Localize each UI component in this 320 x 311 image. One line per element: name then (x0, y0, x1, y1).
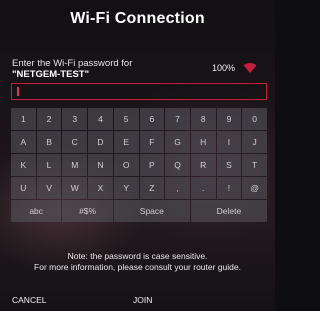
signal-strength: 100% (211, 63, 235, 73)
key-3-4[interactable]: N (88, 154, 113, 176)
key-1-7[interactable]: 7 (165, 108, 190, 130)
key-2-6[interactable]: F (139, 131, 165, 153)
key-1-5[interactable]: 5 (113, 108, 139, 130)
password-prompt: Enter the Wi-Fi password for "NETGEM-TES… (12, 58, 132, 80)
wifi-signal-icon (243, 63, 257, 73)
key-3-10[interactable]: T (242, 154, 267, 176)
key-4-3[interactable]: W (62, 177, 88, 199)
cancel-button[interactable]: CANCEL (12, 295, 46, 305)
network-ssid: "NETGEM-TEST" (12, 69, 90, 80)
key-1-1[interactable]: 1 (11, 108, 36, 130)
key-1-9[interactable]: 9 (216, 108, 242, 130)
key-4-7[interactable]: , (165, 177, 190, 199)
key-2-4[interactable]: D (88, 131, 113, 153)
on-screen-keyboard: 1 2 3 4 5 6 7 8 9 0 A B C D E F G H I J K L M N O P Q R S T U V W X Y Z,.! @… (11, 108, 267, 222)
dialog-title: Wi-Fi Connection (70, 10, 205, 27)
prompt-text: Enter the Wi-Fi password for (12, 58, 133, 69)
key-1-2[interactable]: 2 (36, 108, 62, 130)
key-4-9[interactable]: ! (216, 177, 242, 199)
key-4-8[interactable]: . (190, 177, 216, 199)
key-1-8[interactable]: 8 (190, 108, 216, 130)
key-1-10[interactable]: 0 (242, 108, 267, 130)
key-2-2[interactable]: B (36, 131, 62, 153)
case-sensitivity-note: Note: the password is case sensitive. Fo… (0, 251, 275, 273)
key-4-2[interactable]: V (36, 177, 62, 199)
key-1-6[interactable]: 6 (139, 108, 165, 130)
key-4-4[interactable]: X (88, 177, 113, 199)
key-2-10[interactable]: J (242, 131, 267, 153)
text-cursor (17, 87, 19, 96)
key-4-1[interactable]: U (11, 177, 36, 199)
key-2-9[interactable]: I (216, 131, 242, 153)
key-1-3[interactable]: 3 (62, 108, 88, 130)
note-line-2: For more information, please consult you… (34, 262, 241, 272)
key-2-5[interactable]: E (113, 131, 139, 153)
key-4-5[interactable]: Y (113, 177, 139, 199)
key-4-10[interactable]: @ (242, 177, 267, 199)
key-3-9[interactable]: S (216, 154, 242, 176)
key-2-8[interactable]: H (190, 131, 216, 153)
key-3-8[interactable]: R (190, 154, 216, 176)
key-1-4[interactable]: 4 (88, 108, 113, 130)
note-line-1: Note: the password is case sensitive. (67, 251, 208, 261)
symbols-key[interactable]: #$% (62, 200, 113, 222)
key-4-6[interactable]: Z (139, 177, 165, 199)
key-3-5[interactable]: O (113, 154, 139, 176)
abc-key[interactable]: abc (11, 200, 62, 222)
key-3-7[interactable]: Q (165, 154, 190, 176)
key-3-2[interactable]: L (36, 154, 62, 176)
key-3-1[interactable]: K (11, 154, 36, 176)
key-3-3[interactable]: M (62, 154, 88, 176)
key-2-7[interactable]: G (165, 131, 190, 153)
wifi-connection-screen: Wi-Fi Connection Enter the Wi-Fi passwor… (0, 0, 275, 311)
signal-indicator: 100% (212, 63, 257, 73)
key-2-1[interactable]: A (11, 131, 36, 153)
key-3-6[interactable]: P (139, 154, 165, 176)
join-button[interactable]: JOIN (133, 295, 152, 305)
password-input-overlay (11, 83, 267, 100)
delete-key[interactable]: Delete (190, 200, 267, 222)
key-2-3[interactable]: C (62, 131, 88, 153)
space-key[interactable]: Space (113, 200, 190, 222)
